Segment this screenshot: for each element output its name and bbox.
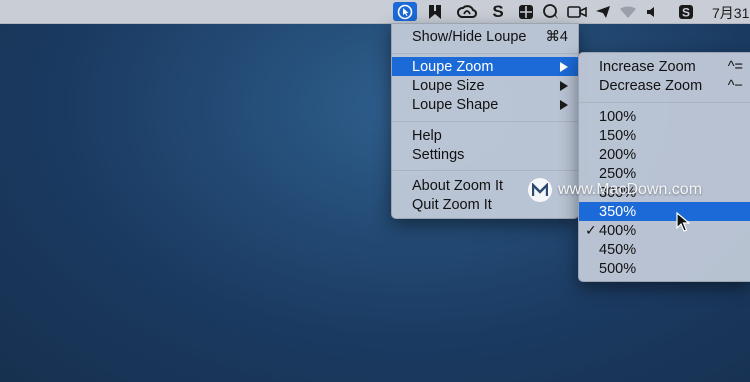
menu-item-decrease-zoom[interactable]: Decrease Zoom ^− [579, 76, 750, 95]
submenu-arrow-icon [560, 61, 568, 72]
zoom-level-label: 100% [599, 108, 637, 125]
menu-item-show-hide-loupe[interactable]: Show/Hide Loupe ⌘4 [392, 27, 578, 46]
shortcut-label: ^− [727, 77, 743, 94]
watermark-text: www.MacDown.com [558, 181, 703, 198]
wifi-icon[interactable] [618, 2, 638, 21]
camera-icon[interactable] [567, 2, 587, 21]
menu-item-zoom-level[interactable]: 500% [579, 259, 750, 278]
shortcut-label: ^= [727, 58, 743, 75]
menu-item-zoom-level-highlighted[interactable]: 350% [579, 202, 750, 221]
menu-item-label: About Zoom It [412, 177, 504, 194]
menu-item-loupe-shape[interactable]: Loupe Shape [392, 95, 578, 114]
menu-item-zoom-level[interactable]: 150% [579, 126, 750, 145]
loupe-zoom-submenu: Increase Zoom ^= Decrease Zoom ^− 100% 1… [578, 52, 750, 282]
s-app-icon[interactable]: S [488, 2, 508, 21]
menu-item-zoom-level[interactable]: 200% [579, 145, 750, 164]
menu-item-label: Loupe Zoom [412, 58, 494, 75]
menu-item-zoom-level[interactable]: 100% [579, 107, 750, 126]
s-box-icon[interactable]: S [676, 2, 696, 21]
menu-separator [579, 102, 750, 103]
menu-item-label: Decrease Zoom [599, 77, 703, 94]
menu-item-label: Show/Hide Loupe [412, 28, 527, 45]
menu-item-help[interactable]: Help [392, 126, 578, 145]
menu-item-loupe-size[interactable]: Loupe Size [392, 76, 578, 95]
menu-item-settings[interactable]: Settings [392, 145, 578, 164]
shortcut-label: ⌘4 [545, 28, 568, 45]
menu-item-label: Help [412, 127, 442, 144]
submenu-arrow-icon [560, 80, 568, 91]
zoom-level-label: 450% [599, 241, 637, 258]
bookmark-icon[interactable] [425, 2, 445, 21]
menu-item-increase-zoom[interactable]: Increase Zoom ^= [579, 57, 750, 76]
menu-item-label: Quit Zoom It [412, 196, 492, 213]
menu-item-label: Settings [412, 146, 465, 163]
checkmark-icon: ✓ [585, 222, 597, 238]
menu-separator [392, 170, 578, 171]
zoom-level-label: 500% [599, 260, 637, 277]
menu-item-label: Loupe Shape [412, 96, 499, 113]
mouse-cursor-icon [676, 211, 691, 237]
zoom-level-label: 350% [599, 203, 637, 220]
zoom-level-label: 200% [599, 146, 637, 163]
menu-bar: S S 7月31 [0, 0, 750, 24]
menu-item-loupe-zoom[interactable]: Loupe Zoom [392, 57, 578, 76]
macdown-logo-icon [528, 178, 552, 202]
menu-separator [392, 53, 578, 54]
menu-separator [392, 121, 578, 122]
send-icon[interactable] [593, 2, 613, 21]
zoom-level-label: 150% [599, 127, 637, 144]
creative-cloud-icon[interactable] [457, 2, 477, 21]
menu-item-zoom-level[interactable]: 450% [579, 240, 750, 259]
menu-item-label: Increase Zoom [599, 58, 696, 75]
zoom-level-label: 400% [599, 222, 637, 239]
zoomit-icon[interactable] [393, 2, 417, 21]
volume-icon[interactable] [643, 2, 663, 21]
grid-icon[interactable] [516, 2, 536, 21]
watermark: www.MacDown.com [528, 178, 702, 202]
menu-item-zoom-level-checked[interactable]: ✓ 400% [579, 221, 750, 240]
submenu-arrow-icon [560, 99, 568, 110]
svg-text:S: S [682, 5, 690, 19]
chat-icon[interactable] [541, 2, 561, 21]
menu-bar-clock[interactable]: 7月31 [712, 3, 749, 23]
menu-item-label: Loupe Size [412, 77, 485, 94]
